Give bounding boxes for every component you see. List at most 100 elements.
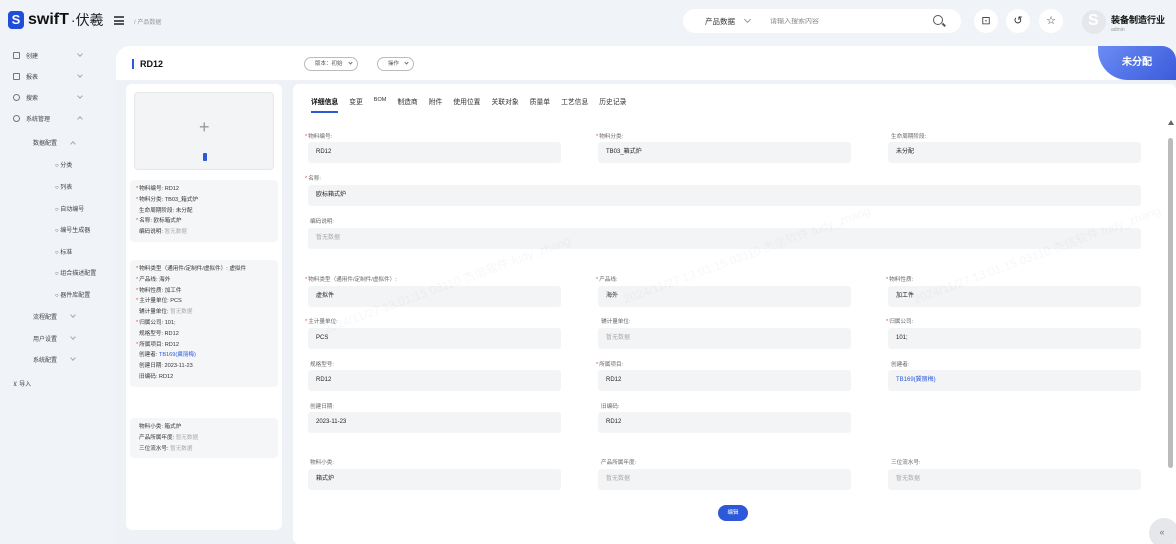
summary-label: 生命周期阶段: <box>139 207 175 214</box>
sidebar-item-desc-config[interactable]: ○ 组合描述配置 <box>55 268 96 277</box>
create-icon <box>13 51 20 59</box>
tab-related-objects[interactable]: 关联对象 <box>491 96 518 113</box>
summary-value: 暂无数据 <box>175 434 199 441</box>
sidebar-item-search[interactable]: 搜索 <box>0 90 108 104</box>
required-mark: * <box>136 186 139 192</box>
tab-details[interactable]: 详细信息 <box>311 96 339 113</box>
star-settings-icon[interactable]: ☆ <box>1039 9 1063 33</box>
summary-value: 箱式炉 <box>164 424 182 430</box>
chevron-down-icon <box>77 93 83 99</box>
avatar[interactable] <box>1082 10 1106 34</box>
chevron-down-icon <box>77 72 83 78</box>
summary-value: 海外 <box>159 276 171 283</box>
tab-changes[interactable]: 变更 <box>349 96 363 113</box>
summary-line: *物料分类: TB03_箱式炉 <box>136 195 272 206</box>
tab-process[interactable]: 工艺信息 <box>561 96 588 113</box>
project-field[interactable]: RD12 <box>598 370 851 391</box>
actions-dropdown[interactable]: 操作 <box>377 57 415 71</box>
material-type-field[interactable]: 虚拟件 <box>308 286 561 307</box>
creator-label: 创建者: <box>891 362 910 368</box>
summary-line: 规格型号: RD12 <box>136 329 272 340</box>
sidebar-item-system[interactable]: 系统管理 <box>0 111 108 125</box>
sidebar-item-device-lib[interactable]: ○ 器件库配置 <box>55 290 90 299</box>
summary-label: 归属公司: <box>139 319 164 326</box>
summary-value: 欧标箱式炉 <box>153 218 182 225</box>
sidebar-item-import[interactable]: ⊻ 导入 <box>13 379 31 388</box>
created-label: 创建日期: <box>310 404 334 410</box>
summary-line: *名称: 欧标箱式炉 <box>136 216 272 227</box>
top-bar: S swifT ·伏羲 / 产品数据 产品数据 ⊡ ↺ ☆ 装备制造行业 adm… <box>0 0 1176 44</box>
old-code-field[interactable]: RD12 <box>598 412 851 433</box>
material-class-field[interactable]: TB03_箱式炉 <box>598 142 851 163</box>
tab-where-used[interactable]: 使用位置 <box>453 96 480 113</box>
required-mark: * <box>136 196 139 203</box>
scrollbar[interactable] <box>1168 120 1174 534</box>
material-nature-field[interactable]: 加工件 <box>888 286 1141 307</box>
sidebar-item-classification[interactable]: ○ 分类 <box>55 160 72 169</box>
sidebar-item-flow-config[interactable]: 流程配置 <box>33 312 76 321</box>
tab-bom[interactable]: BOM <box>374 97 387 113</box>
spec-field[interactable]: RD12 <box>308 370 561 391</box>
menu-toggle-icon[interactable] <box>114 16 124 25</box>
material-nature-label: *物料性质: <box>886 277 914 283</box>
created-field[interactable]: 2023-11-23 <box>308 412 561 433</box>
sidebar-item-report[interactable]: 报表 <box>0 69 108 83</box>
required-mark: * <box>136 287 139 294</box>
serial-field[interactable]: 暂无数据 <box>888 469 1141 490</box>
sidebar-item-system-config[interactable]: 系统配置 <box>33 355 76 364</box>
logo[interactable]: S swifT ·伏羲 <box>8 10 104 30</box>
tab-history[interactable]: 历史记录 <box>599 96 626 113</box>
user-company[interactable]: 装备制造行业 <box>1111 13 1165 26</box>
name-label: *名称: <box>305 176 321 182</box>
project-label: *所属项目: <box>596 362 624 368</box>
swift-logo-icon: S <box>8 11 24 29</box>
summary-line: 编码说明: 暂无数据 <box>136 227 272 238</box>
breadcrumb: / 产品数据 <box>134 20 162 26</box>
history-icon[interactable]: ↺ <box>1006 9 1030 33</box>
main-panel: RD12 版本：初始 操作 未分配 + *物料编号: RD12 *物料分类: TB… <box>116 46 1176 544</box>
product-line-field[interactable]: 海外 <box>598 286 851 307</box>
search-scope-select[interactable]: 产品数据 <box>705 16 735 27</box>
summary-label: 产品所属年度: <box>139 434 175 441</box>
sidebar-item-list[interactable]: ○ 列表 <box>55 182 72 191</box>
aux-unit-field[interactable]: 暂无数据 <box>598 328 851 349</box>
collapse-panel-button[interactable]: « <box>1149 518 1176 544</box>
search-icon[interactable] <box>933 15 943 25</box>
global-search: 产品数据 <box>683 9 961 33</box>
detail-tabs: 详细信息 变更 BOM 制造商 附件 使用位置 关联对象 质量单 工艺信息 历史… <box>311 96 637 113</box>
edit-button[interactable]: 编辑 <box>718 505 748 521</box>
lifecycle-field[interactable]: 未分配 <box>888 142 1141 163</box>
summary-label: 编码说明: <box>139 229 163 236</box>
brand-suffix: ·伏羲 <box>70 12 104 28</box>
scan-icon[interactable]: ⊡ <box>974 9 998 33</box>
tab-manufacturer[interactable]: 制造商 <box>397 96 417 113</box>
sidebar-item-standard[interactable]: ○ 标准 <box>55 247 72 256</box>
code-desc-field[interactable]: 暂无数据 <box>308 228 1141 249</box>
sidebar-item-create[interactable]: 创建 <box>0 48 108 62</box>
chevron-down-icon[interactable] <box>743 15 752 24</box>
summary-block-basic: *物料编号: RD12 *物料分类: TB03_箱式炉 生命周期阶段: 未分配 *名称… <box>130 180 278 242</box>
tab-quality[interactable]: 质量单 <box>530 96 550 113</box>
tab-attachments[interactable]: 附件 <box>429 96 443 113</box>
sidebar-item-auto-number[interactable]: ○ 自动编号 <box>55 204 84 213</box>
version-select[interactable]: 版本：初始 <box>304 57 358 71</box>
product-year-field[interactable]: 暂无数据 <box>598 469 851 490</box>
sidebar: 创建 报表 搜索 系统管理 数据配置 ○ 分类 ○ 列表 ○ 自动编号 ○ 编号… <box>0 44 112 544</box>
chevron-down-icon <box>70 355 76 361</box>
creator-link[interactable]: TB169(冀丽梅) <box>888 370 1141 391</box>
scroll-up-icon[interactable] <box>1168 120 1174 125</box>
material-no-label: *物料编号: <box>305 134 333 140</box>
main-unit-field[interactable]: PCS <box>308 328 561 349</box>
sidebar-item-data-config[interactable]: 数据配置 <box>33 138 76 147</box>
sidebar-item-user-settings[interactable]: 用户设置 <box>33 334 76 343</box>
sidebar-item-number-generator[interactable]: ○ 编号生成器 <box>55 225 90 234</box>
scroll-thumb[interactable] <box>1168 138 1173 468</box>
image-upload[interactable]: + <box>134 92 274 170</box>
subclass-field[interactable]: 箱式炉 <box>308 469 561 490</box>
material-no-field[interactable]: RD12 <box>308 142 561 163</box>
summary-link[interactable]: TB169(冀丽梅) <box>159 352 196 358</box>
name-field[interactable]: 欧标箱式炉 <box>308 185 1141 206</box>
summary-line: 旧编码: RD12 <box>136 372 272 383</box>
company-field[interactable]: 101; <box>888 328 1141 349</box>
search-input[interactable] <box>770 17 920 25</box>
